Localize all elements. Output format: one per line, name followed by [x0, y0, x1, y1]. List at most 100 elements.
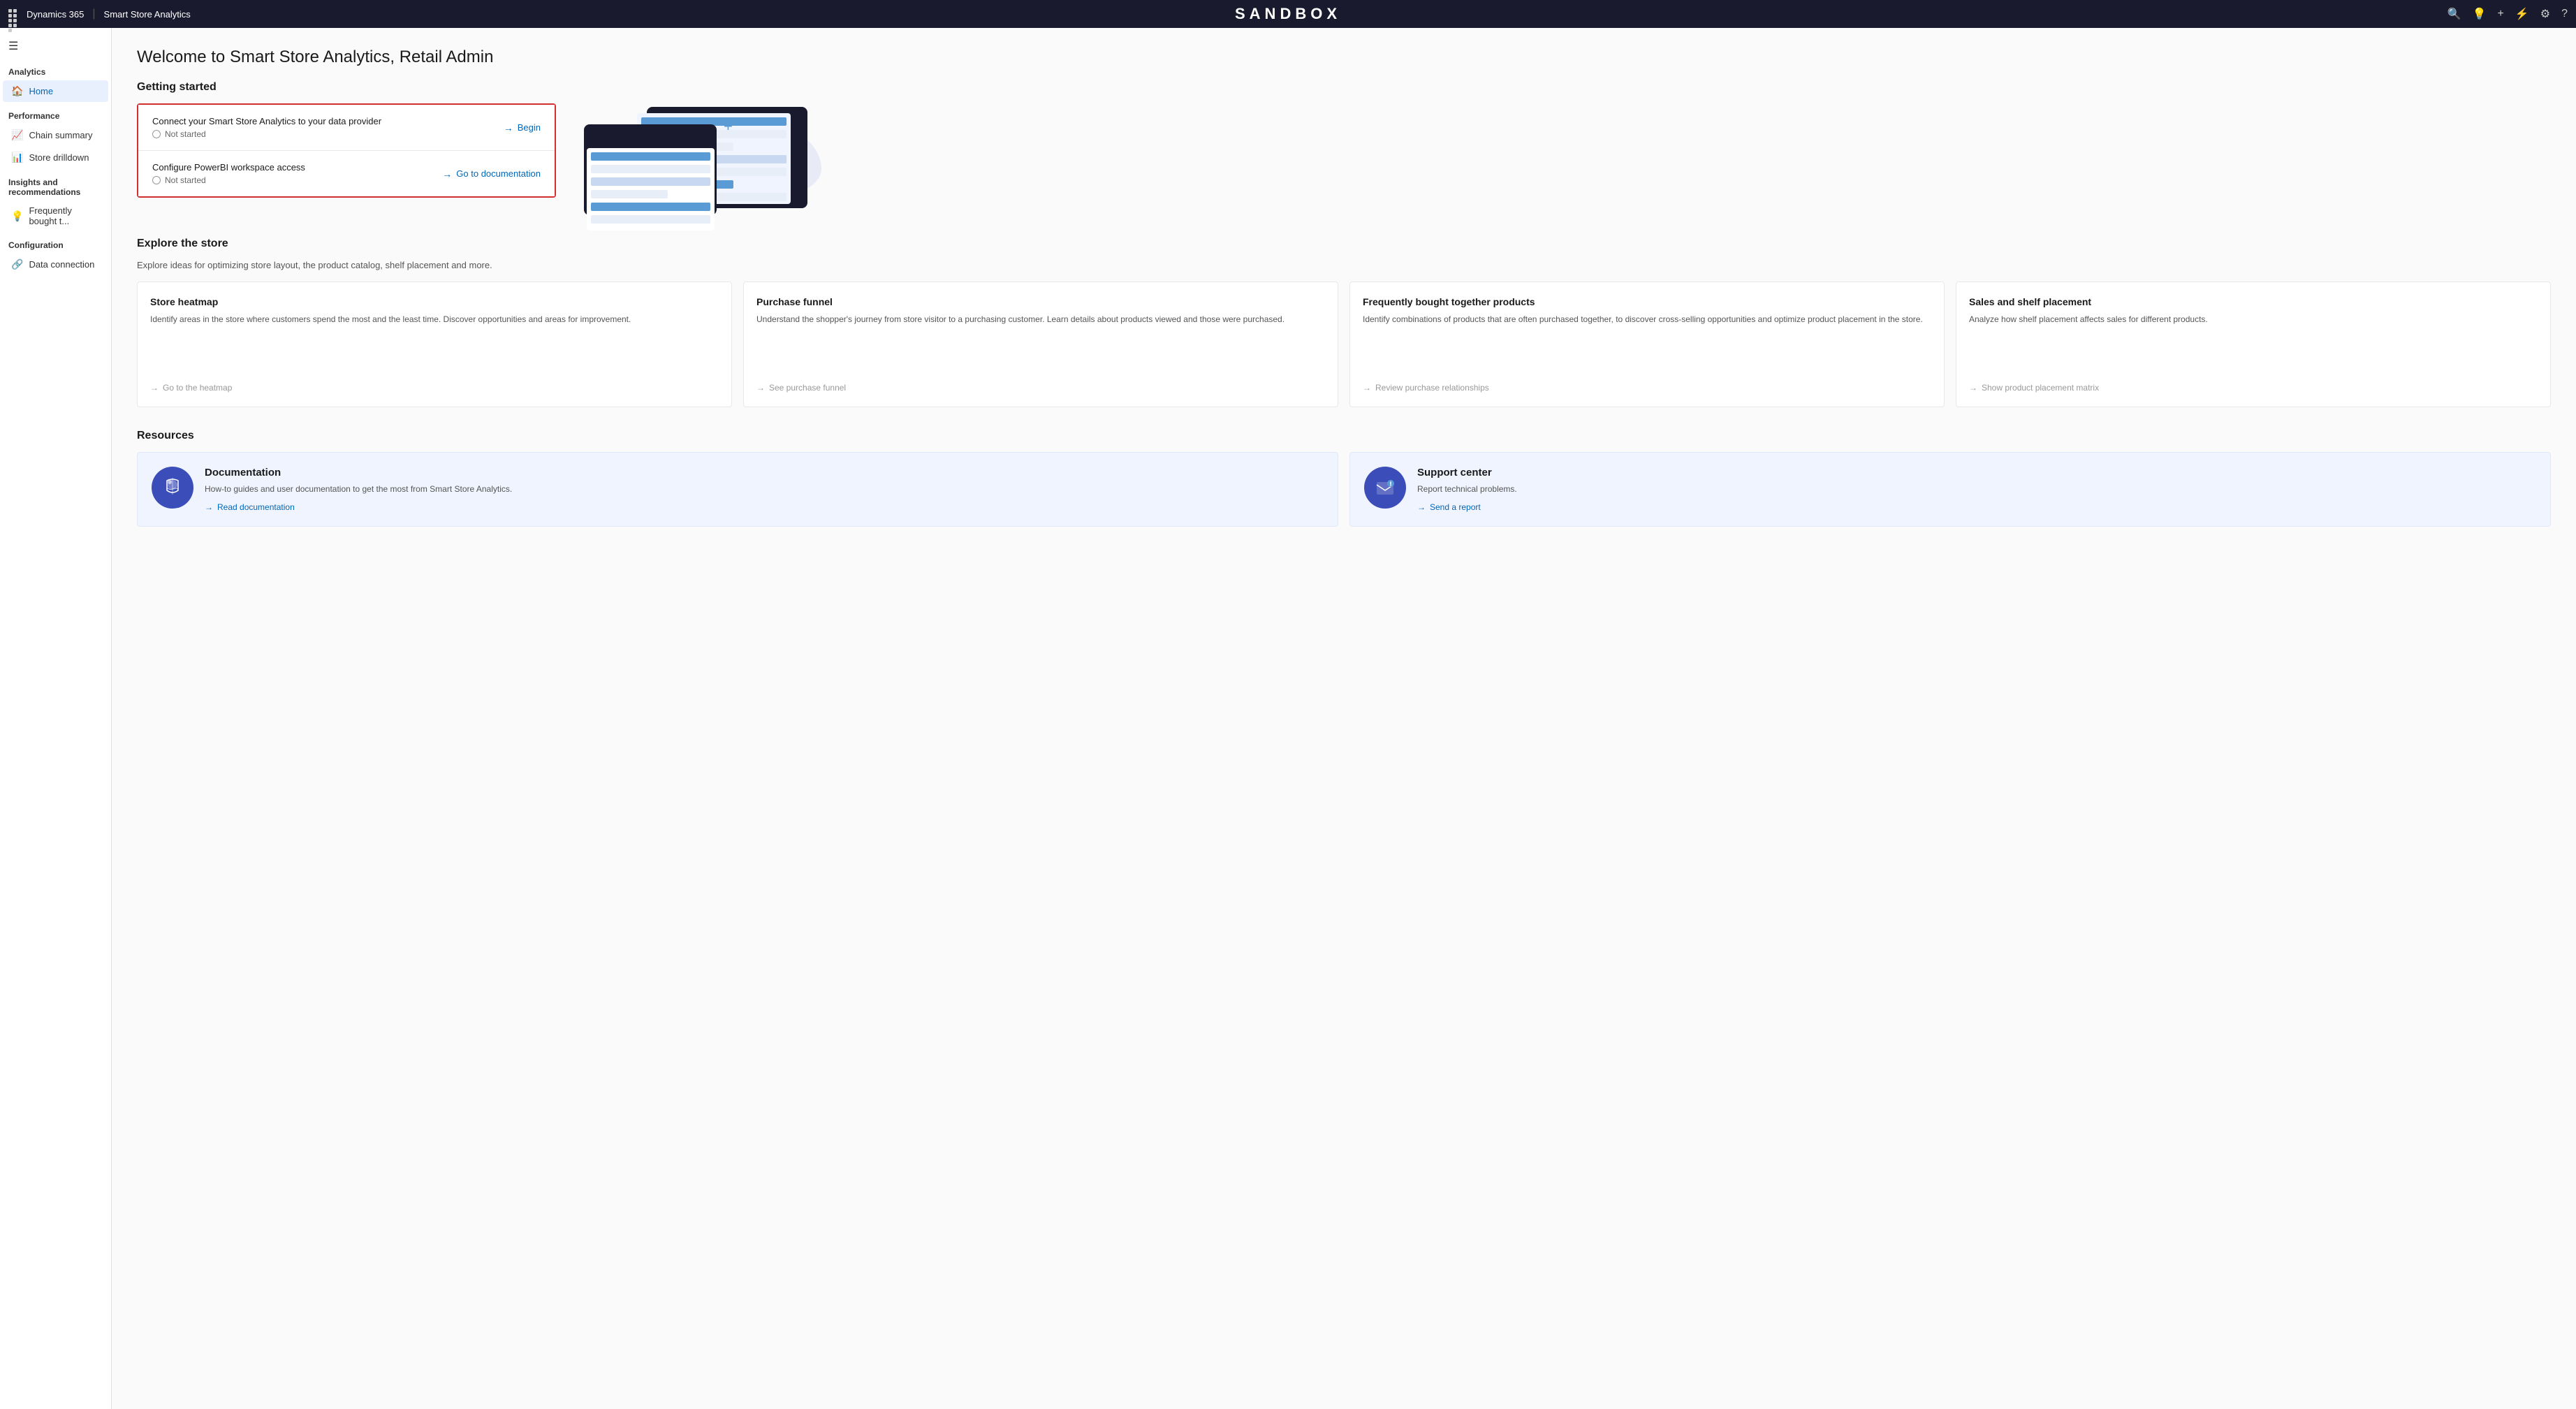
main-content: Welcome to Smart Store Analytics, Retail… — [112, 28, 2576, 1409]
step-title-0: Connect your Smart Store Analytics to yo… — [152, 116, 381, 126]
explore-link-arrow-0: → — [150, 383, 159, 393]
illustration-area: + — [584, 103, 821, 215]
step-circle-0 — [152, 130, 161, 138]
screen-row — [591, 152, 710, 161]
step-arrow-1: → — [442, 168, 452, 180]
step-card-0: Connect your Smart Store Analytics to yo… — [138, 105, 555, 151]
frequently-bought-icon: 💡 — [11, 210, 23, 222]
resource-link-label-0: Read documentation — [217, 502, 295, 512]
resource-desc-0: How-to guides and user documentation to … — [205, 483, 512, 495]
resource-link-arrow-1: → — [1417, 502, 1426, 512]
sidebar-item-data-connection[interactable]: 🔗 Data connection — [3, 254, 108, 275]
sidebar-item-chain-summary[interactable]: 📈 Chain summary — [3, 124, 108, 146]
step-card-1: Configure PowerBI workspace access Not s… — [138, 151, 555, 196]
explore-section: Explore the store Explore ideas for opti… — [137, 238, 2551, 407]
step-action-0[interactable]: → Begin — [504, 122, 541, 133]
explore-card-2-desc: Identify combinations of products that a… — [1363, 313, 1931, 326]
resource-title-1: Support center — [1417, 467, 1517, 479]
screen-row — [591, 190, 668, 198]
explore-card-2: Frequently bought together products Iden… — [1349, 282, 1945, 407]
sidebar-item-store-drilldown[interactable]: 📊 Store drilldown — [3, 147, 108, 168]
resource-link-0[interactable]: → Read documentation — [205, 502, 512, 512]
resource-link-label-1: Send a report — [1430, 502, 1481, 512]
explore-link-arrow-3: → — [1969, 383, 1977, 393]
page-title: Welcome to Smart Store Analytics, Retail… — [137, 48, 2551, 67]
step-status-label-0: Not started — [165, 129, 206, 139]
resource-title-0: Documentation — [205, 467, 512, 479]
search-icon[interactable]: 🔍 — [2447, 7, 2461, 21]
chain-summary-icon: 📈 — [11, 129, 23, 141]
explore-card-3-title: Sales and shelf placement — [1969, 296, 2538, 307]
screen-row — [591, 203, 710, 211]
explore-link-label-0: Go to the heatmap — [163, 383, 232, 393]
step-status-0: Not started — [152, 129, 381, 139]
settings-icon[interactable]: ⚙ — [2540, 7, 2550, 21]
data-connection-icon: 🔗 — [11, 258, 23, 270]
apps-grid-icon[interactable] — [8, 9, 18, 19]
step-left-1: Configure PowerBI workspace access Not s… — [152, 162, 305, 185]
explore-link-label-3: Show product placement matrix — [1982, 383, 2099, 393]
explore-card-0-link[interactable]: → Go to the heatmap — [150, 383, 719, 393]
explore-cards: Store heatmap Identify areas in the stor… — [137, 282, 2551, 407]
explore-card-3-desc: Analyze how shelf placement affects sale… — [1969, 313, 2538, 326]
resources-section: Resources Documentation H — [137, 430, 2551, 527]
topbar-separator: | — [92, 8, 95, 20]
sidebar-item-home-label: Home — [29, 86, 53, 96]
resource-card-0: Documentation How-to guides and user doc… — [137, 452, 1338, 527]
module-name[interactable]: Smart Store Analytics — [104, 9, 191, 20]
resources-cards: Documentation How-to guides and user doc… — [137, 452, 2551, 527]
hamburger-menu[interactable]: ☰ — [0, 34, 111, 59]
step-action-label-1: Go to documentation — [456, 168, 541, 179]
explore-card-2-title: Frequently bought together products — [1363, 296, 1931, 307]
explore-card-2-link[interactable]: → Review purchase relationships — [1363, 383, 1931, 393]
explore-link-arrow-1: → — [756, 383, 765, 393]
steps-area: Connect your Smart Store Analytics to yo… — [137, 103, 2551, 215]
step-arrow-0: → — [504, 122, 513, 133]
sidebar-section-performance: Performance — [0, 103, 111, 124]
sidebar-item-data-connection-label: Data connection — [29, 259, 94, 270]
question-icon[interactable]: ? — [2561, 8, 2568, 20]
explore-link-label-2: Review purchase relationships — [1375, 383, 1489, 393]
illus-tablet-front — [584, 124, 717, 215]
support-icon — [1374, 476, 1396, 499]
app-name[interactable]: Dynamics 365 — [27, 9, 84, 20]
resource-content-1: Support center Report technical problems… — [1417, 467, 1517, 512]
sidebar-item-store-drilldown-label: Store drilldown — [29, 152, 89, 163]
screen-row — [591, 215, 710, 224]
explore-card-1-desc: Understand the shopper's journey from st… — [756, 313, 1325, 326]
screen-row — [591, 177, 710, 186]
sidebar: ☰ Analytics 🏠 Home Performance 📈 Chain s… — [0, 28, 112, 1409]
explore-section-title: Explore the store — [137, 238, 2551, 250]
explore-card-0-content: Store heatmap Identify areas in the stor… — [150, 296, 719, 326]
explore-card-1-link[interactable]: → See purchase funnel — [756, 383, 1325, 393]
topbar: Dynamics 365 | Smart Store Analytics SAN… — [0, 0, 2576, 28]
getting-started-title: Getting started — [137, 81, 2551, 94]
sidebar-item-home[interactable]: 🏠 Home — [3, 80, 108, 102]
help-icon[interactable]: 💡 — [2473, 7, 2487, 21]
resources-title: Resources — [137, 430, 2551, 442]
getting-started-section: Getting started Connect your Smart Store… — [137, 81, 2551, 215]
sandbox-label: SANDBOX — [1235, 5, 1341, 23]
step-left-0: Connect your Smart Store Analytics to yo… — [152, 116, 381, 139]
plus-icon[interactable]: + — [2497, 8, 2503, 20]
sidebar-item-frequently-bought[interactable]: 💡 Frequently bought t... — [3, 200, 108, 231]
explore-card-1-title: Purchase funnel — [756, 296, 1325, 307]
filter-icon[interactable]: ⚡ — [2515, 7, 2529, 21]
explore-card-3-content: Sales and shelf placement Analyze how sh… — [1969, 296, 2538, 326]
explore-link-arrow-2: → — [1363, 383, 1371, 393]
documentation-icon — [161, 476, 184, 499]
step-circle-1 — [152, 176, 161, 184]
resource-link-1[interactable]: → Send a report — [1417, 502, 1517, 512]
step-status-label-1: Not started — [165, 175, 206, 185]
explore-card-3: Sales and shelf placement Analyze how sh… — [1956, 282, 2551, 407]
resource-link-arrow-0: → — [205, 502, 213, 512]
resource-content-0: Documentation How-to guides and user doc… — [205, 467, 512, 512]
step-action-1[interactable]: → Go to documentation — [442, 168, 541, 180]
resource-icon-wrap-1 — [1364, 467, 1406, 509]
explore-card-3-link[interactable]: → Show product placement matrix — [1969, 383, 2538, 393]
store-drilldown-icon: 📊 — [11, 152, 23, 163]
resource-icon-wrap-0 — [152, 467, 193, 509]
step-status-1: Not started — [152, 175, 305, 185]
explore-card-2-content: Frequently bought together products Iden… — [1363, 296, 1931, 326]
sidebar-section-analytics: Analytics — [0, 59, 111, 80]
